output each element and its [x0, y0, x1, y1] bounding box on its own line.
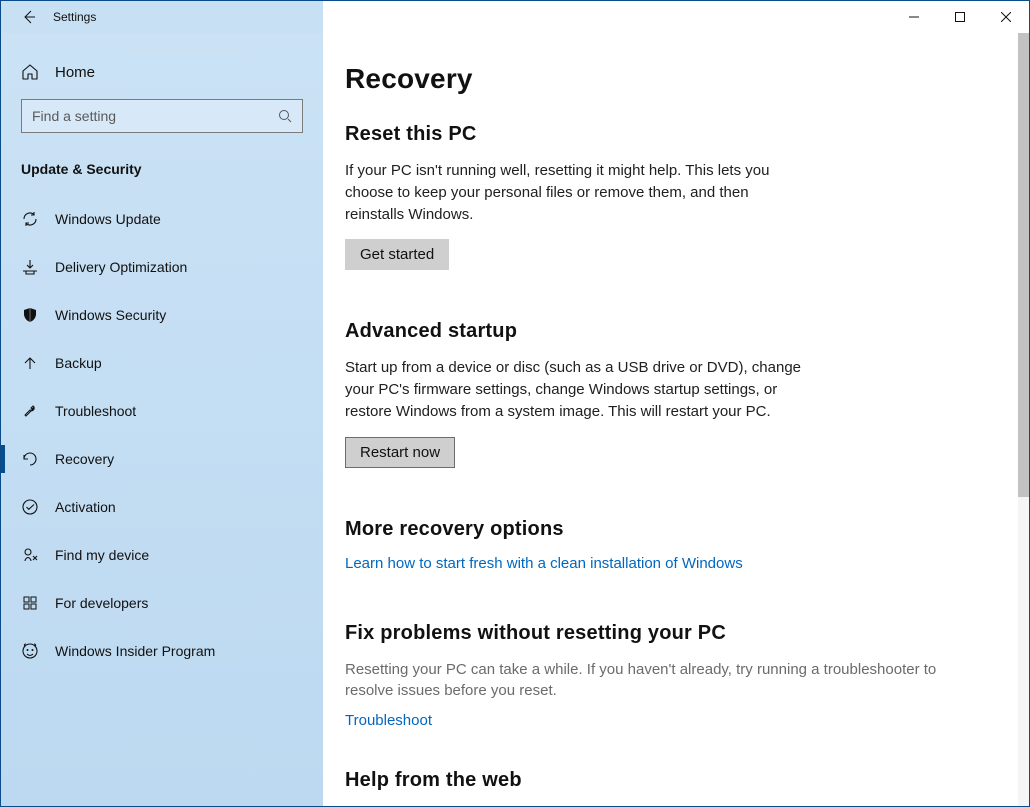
sidebar-item-troubleshoot[interactable]: Troubleshoot — [1, 387, 323, 435]
help-from-web-heading: Help from the web — [345, 769, 978, 792]
sync-icon — [21, 210, 39, 228]
vertical-scrollbar[interactable] — [1018, 33, 1029, 806]
more-recovery-heading: More recovery options — [345, 518, 978, 541]
sidebar-item-label: Troubleshoot — [55, 403, 136, 419]
maximize-button[interactable] — [937, 1, 983, 33]
sidebar-item-label: Windows Insider Program — [55, 643, 215, 659]
close-icon — [1001, 12, 1011, 22]
fix-problems-heading: Fix problems without resetting your PC — [345, 622, 978, 645]
close-button[interactable] — [983, 1, 1029, 33]
minimize-button[interactable] — [891, 1, 937, 33]
troubleshoot-link[interactable]: Troubleshoot — [345, 712, 978, 729]
sidebar-item-label: Recovery — [55, 451, 114, 467]
sidebar-item-recovery[interactable]: Recovery — [1, 435, 323, 483]
start-fresh-link[interactable]: Learn how to start fresh with a clean in… — [345, 555, 978, 572]
home-nav[interactable]: Home — [1, 41, 323, 99]
sidebar-nav: Windows Update Delivery Optimization Win… — [1, 195, 323, 675]
reset-heading: Reset this PC — [345, 123, 978, 146]
sidebar-item-for-developers[interactable]: For developers — [1, 579, 323, 627]
developers-icon — [21, 594, 39, 612]
home-label: Home — [55, 64, 95, 81]
content-area: Recovery Reset this PC If your PC isn't … — [323, 33, 1029, 806]
sidebar-item-activation[interactable]: Activation — [1, 483, 323, 531]
sidebar-item-label: Find my device — [55, 547, 149, 563]
sidebar-item-label: Windows Security — [55, 307, 166, 323]
minimize-icon — [909, 12, 919, 22]
advanced-startup-description: Start up from a device or disc (such as … — [345, 357, 805, 422]
wrench-icon — [21, 402, 39, 420]
sidebar-item-label: Delivery Optimization — [55, 259, 187, 275]
sidebar-item-backup[interactable]: Backup — [1, 339, 323, 387]
sidebar-item-delivery-optimization[interactable]: Delivery Optimization — [1, 243, 323, 291]
reset-description: If your PC isn't running well, resetting… — [345, 160, 805, 225]
search-icon — [278, 109, 292, 123]
maximize-icon — [955, 12, 965, 22]
sidebar: Home Update & Security Windows Update — [1, 33, 323, 806]
page-title: Recovery — [345, 63, 978, 95]
fix-problems-description: Resetting your PC can take a while. If y… — [345, 659, 978, 703]
sidebar-item-label: Windows Update — [55, 211, 161, 227]
back-button[interactable] — [21, 9, 37, 25]
back-arrow-icon — [21, 9, 37, 25]
sidebar-item-windows-insider-program[interactable]: Windows Insider Program — [1, 627, 323, 675]
scrollbar-thumb[interactable] — [1018, 33, 1029, 497]
search-input[interactable] — [32, 108, 278, 124]
sidebar-item-label: For developers — [55, 595, 148, 611]
search-box[interactable] — [21, 99, 303, 133]
sidebar-item-label: Activation — [55, 499, 116, 515]
sidebar-item-find-my-device[interactable]: Find my device — [1, 531, 323, 579]
window-controls — [891, 1, 1029, 33]
titlebar: Settings — [1, 1, 1029, 33]
sidebar-section-title: Update & Security — [1, 151, 323, 195]
arrow-up-icon — [21, 354, 39, 372]
recovery-icon — [21, 450, 39, 468]
home-icon — [21, 63, 39, 81]
download-icon — [21, 258, 39, 276]
check-circle-icon — [21, 498, 39, 516]
titlebar-title: Settings — [53, 10, 96, 24]
sidebar-item-windows-security[interactable]: Windows Security — [1, 291, 323, 339]
find-device-icon — [21, 546, 39, 564]
shield-icon — [21, 306, 39, 324]
sidebar-item-label: Backup — [55, 355, 102, 371]
restart-now-button[interactable]: Restart now — [345, 437, 455, 468]
get-started-button[interactable]: Get started — [345, 239, 449, 270]
settings-window: Settings Home — [0, 0, 1030, 807]
advanced-startup-heading: Advanced startup — [345, 320, 978, 343]
insider-icon — [21, 642, 39, 660]
sidebar-item-windows-update[interactable]: Windows Update — [1, 195, 323, 243]
